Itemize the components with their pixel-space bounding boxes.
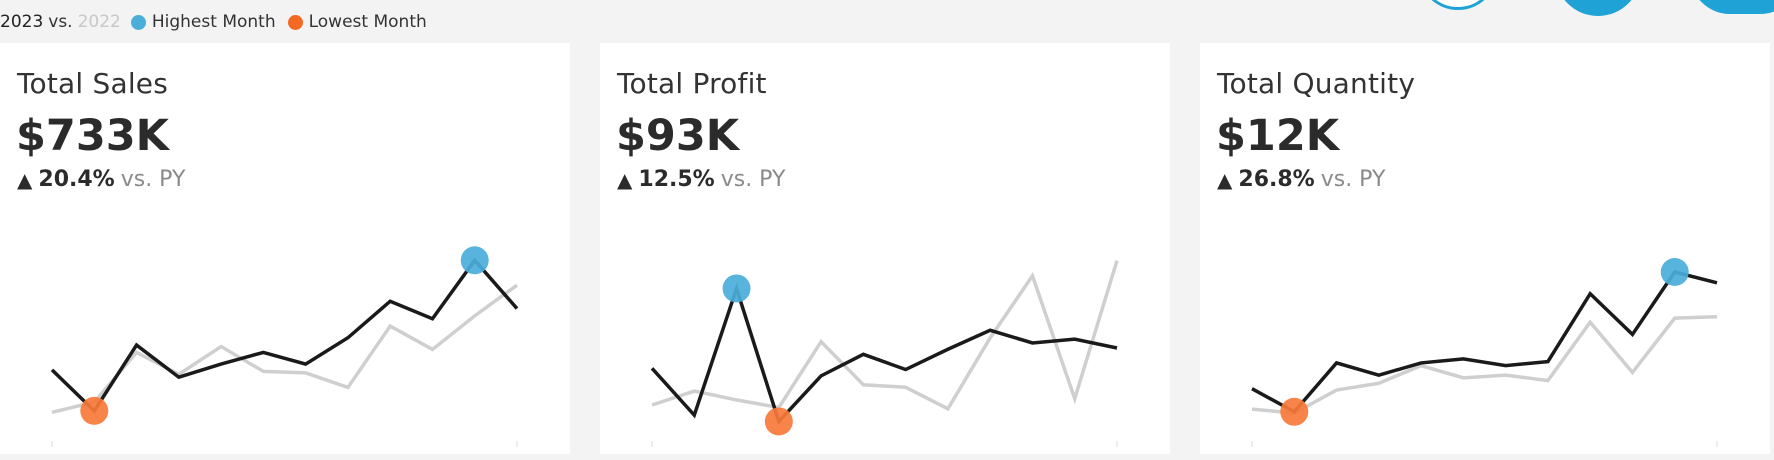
legend-year-current: 2023 [0, 12, 44, 32]
lowest-month-marker [1280, 397, 1309, 426]
lowest-month-dot-icon [287, 14, 303, 30]
legend-lowest-label: Lowest Month [308, 12, 427, 32]
highest-month-dot-icon [130, 14, 146, 30]
series-line-2023 [1251, 269, 1718, 414]
highest-month-marker [722, 274, 751, 303]
quantity-line-chart: JanDec [1251, 258, 1718, 447]
series-line-2022 [51, 283, 519, 415]
series-line-2022 [1251, 315, 1718, 415]
legend-vs-text: vs. [48, 12, 73, 32]
card-total-sales: Total Sales $733K ▲ 20.4% vs. PY JanDec [0, 43, 570, 454]
lowest-month-marker [80, 396, 109, 425]
filled-circle-button[interactable] [1555, 0, 1641, 16]
series-line-2023 [650, 282, 1118, 425]
filled-pill-button[interactable] [1690, 0, 1774, 14]
legend: 2023 vs. 2022 Highest Month Lowest Month [0, 10, 439, 34]
profit-line-chart: JanDec [650, 260, 1119, 447]
lowest-month-marker [764, 407, 793, 436]
highest-month-marker [460, 246, 489, 275]
highest-month-marker [1660, 258, 1689, 286]
outline-circle-button[interactable] [1418, 0, 1498, 10]
card-total-quantity: Total Quantity $12K ▲ 26.8% vs. PY JanDe… [1200, 43, 1770, 454]
legend-highest-label: Highest Month [151, 12, 276, 32]
legend-year-previous: 2022 [77, 12, 121, 32]
card-total-profit: Total Profit $93K ▲ 12.5% vs. PY JanDec [600, 43, 1170, 454]
sales-line-chart: JanDec [50, 246, 519, 447]
